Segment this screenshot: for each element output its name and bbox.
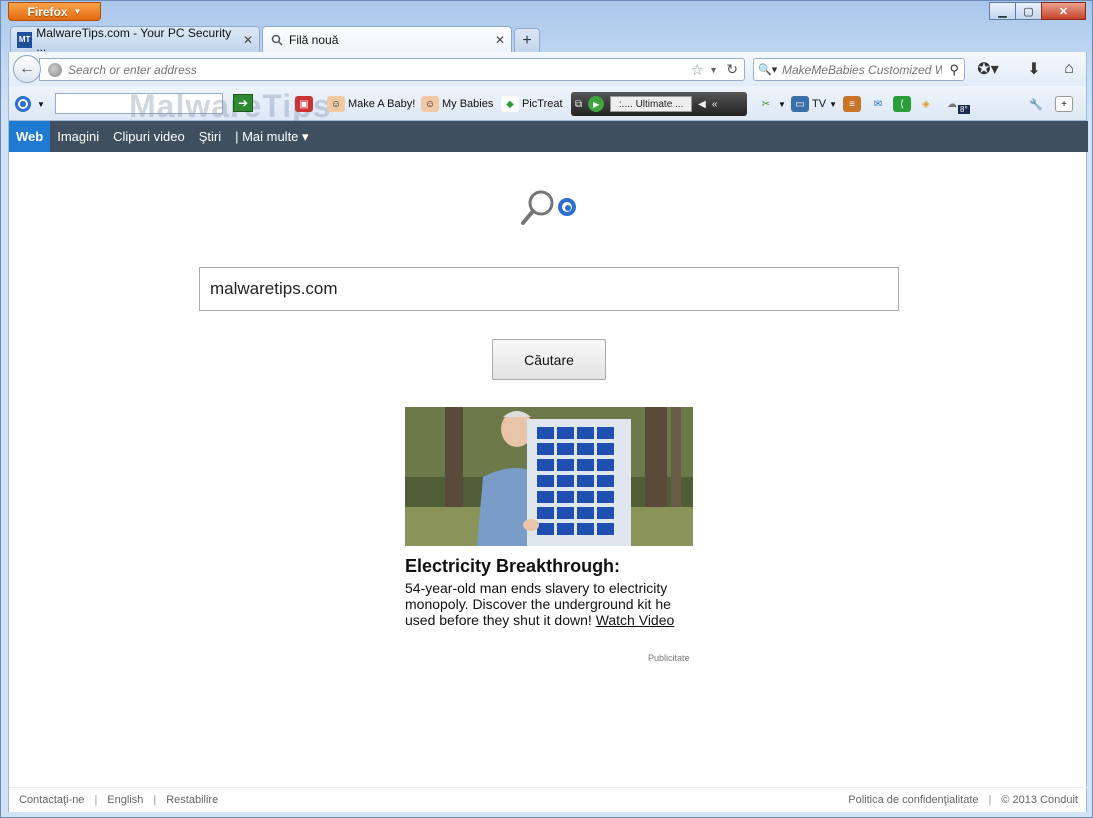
close-window-button[interactable]: ✕ (1041, 2, 1086, 20)
radio-station-select[interactable]: :.... Ultimate ... (610, 96, 693, 112)
share-icon[interactable]: ⟨ (893, 94, 914, 114)
footer: Contactaţi-ne | English | Restabilire Po… (9, 787, 1088, 812)
chevron-down-icon: ▼ (73, 7, 82, 16)
ad-title[interactable]: Electricity Breakthrough: (405, 556, 705, 577)
ad-label: Publicitate (648, 653, 690, 663)
tab-images[interactable]: Imagini (50, 121, 106, 152)
window-controls: ▁ ▢ ✕ (989, 2, 1086, 20)
search-input[interactable] (210, 279, 898, 299)
volume-icon[interactable]: ◀ (698, 99, 706, 110)
page-content: Web Imagini Clipuri video Ştiri | Mai mu… (8, 121, 1088, 812)
advertisement: Electricity Breakthrough: 54-year-old ma… (405, 407, 705, 663)
toolbar-search-go-button[interactable]: ➔ (233, 94, 253, 112)
arrow-left-icon: ← (19, 60, 35, 77)
footer-separator: | (988, 794, 992, 806)
bookmarks-menu-icon[interactable]: ✪▾ (977, 59, 999, 79)
ad-watch-video-link[interactable]: Watch Video (596, 612, 675, 628)
tab-strip: MT MalwareTips.com - Your PC Security ..… (10, 25, 540, 54)
tab-new-tab[interactable]: Filă nouă ✕ (262, 26, 512, 52)
tab-label: MalwareTips.com - Your PC Security ... (36, 25, 232, 54)
footer-copyright: © 2013 Conduit (1001, 794, 1078, 806)
add-button-icon[interactable]: + (1055, 94, 1076, 114)
search-category-nav: Web Imagini Clipuri video Ştiri | Mai mu… (9, 121, 1088, 152)
toolbar-link-pictreat[interactable]: ◆ PicTreat (501, 94, 563, 114)
tab-label: Filă nouă (289, 32, 339, 47)
search-icon[interactable]: ⚲ (949, 62, 959, 78)
search-field[interactable] (199, 267, 899, 311)
tools-icon[interactable]: ✂ ▼ (757, 94, 786, 114)
popout-icon[interactable]: ⧉ (575, 99, 582, 110)
tab-videos[interactable]: Clipuri video (106, 121, 192, 152)
burger-icon[interactable]: ≡ (843, 94, 864, 114)
tv-label: TV (812, 98, 827, 110)
download-icon[interactable]: ⬇ (1023, 59, 1045, 79)
chevron-down-icon[interactable]: ▼ (709, 65, 718, 75)
search-icon (269, 32, 285, 48)
footer-contact-link[interactable]: Contactaţi-ne (19, 794, 84, 806)
baby-icon: ☺ (421, 96, 439, 112)
browser-window: Firefox ▼ ▁ ▢ ✕ MT MalwareTips.com - You… (0, 0, 1093, 818)
toolbar-link-label: My Babies (442, 98, 494, 110)
search-engine-input[interactable] (782, 62, 942, 77)
close-tab-icon[interactable]: ✕ (487, 33, 505, 47)
toolbar-link-label: Make A Baby! (348, 98, 416, 110)
minimize-button[interactable]: ▁ (989, 2, 1016, 20)
new-tab-button[interactable]: + (514, 28, 540, 52)
search-bar[interactable]: 🔍▾ ⚲ (753, 58, 965, 81)
footer-right: Politica de confidenţialitate | © 2013 C… (848, 794, 1078, 806)
gift-icon[interactable]: ▣ (295, 94, 316, 114)
conduit-toolbar: ▼ MalwareTips ➔ ▣ ☺ Make A Baby! ☺ My Ba… (8, 86, 1087, 124)
collapse-icon[interactable]: « (712, 99, 718, 110)
back-button[interactable]: ← (13, 55, 41, 83)
bookmark-star-icon[interactable]: ☆ (691, 61, 704, 79)
url-bar[interactable]: ☆ ▼ ↻ (39, 58, 745, 81)
radio-player: ⧉ ▶ :.... Ultimate ... ◀ « (571, 92, 747, 116)
malwaretips-favicon-icon: MT (17, 31, 33, 48)
toolbar-link-label: PicTreat (522, 98, 563, 110)
firefox-menu-button[interactable]: Firefox ▼ (8, 2, 101, 21)
navigation-bar: ☆ ▼ ↻ ← 🔍▾ ⚲ ✪▾ ⬇ ⌂ (8, 52, 1087, 86)
tab-malwaretips[interactable]: MT MalwareTips.com - Your PC Security ..… (10, 25, 260, 54)
toolbar-search-input[interactable] (55, 93, 223, 114)
globe-icon (48, 62, 62, 77)
weather-badge: 8° (958, 104, 970, 114)
tab-web[interactable]: Web (9, 121, 51, 152)
ad-body: 54-year-old man ends slavery to electric… (405, 580, 695, 628)
tab-news[interactable]: Ştiri (192, 121, 228, 152)
play-icon[interactable]: ▶ (588, 96, 605, 112)
chat-icon[interactable]: ✉ (869, 94, 890, 114)
footer-restore-link[interactable]: Restabilire (166, 794, 218, 806)
toolbar-logo-icon[interactable]: ▼ (13, 94, 45, 114)
tv-icon: ▭ (791, 96, 809, 112)
ad-image[interactable] (405, 407, 693, 546)
reload-icon[interactable]: ↻ (726, 61, 738, 78)
pictreat-icon: ◆ (501, 96, 519, 112)
home-icon[interactable]: ⌂ (1058, 59, 1080, 79)
tv-button[interactable]: ▭ TV ▼ (791, 94, 837, 114)
footer-privacy-link[interactable]: Politica de confidenţialitate (848, 794, 978, 806)
tab-more[interactable]: | Mai multe ▾ (228, 121, 315, 152)
wrench-icon[interactable]: 🔧 (1029, 94, 1043, 114)
search-engine-icon[interactable]: 🔍▾ (758, 63, 782, 76)
url-input[interactable] (68, 62, 688, 77)
search-button[interactable]: Căutare (492, 339, 606, 380)
search-logo-icon (517, 187, 579, 229)
toolbar-link-my-babies[interactable]: ☺ My Babies (421, 94, 493, 114)
baby-icon: ☺ (327, 96, 345, 112)
footer-separator: | (153, 794, 157, 806)
maximize-button[interactable]: ▢ (1015, 2, 1042, 20)
coupon-icon[interactable]: ◈ (917, 94, 938, 114)
footer-separator: | (94, 794, 98, 806)
close-tab-icon[interactable]: ✕ (235, 33, 253, 47)
footer-language-link[interactable]: English (107, 794, 143, 806)
toolbar-link-make-a-baby[interactable]: ☺ Make A Baby! (327, 94, 415, 114)
weather-icon[interactable]: ☁ 8° (943, 94, 970, 114)
firefox-menu-label: Firefox (27, 4, 68, 19)
